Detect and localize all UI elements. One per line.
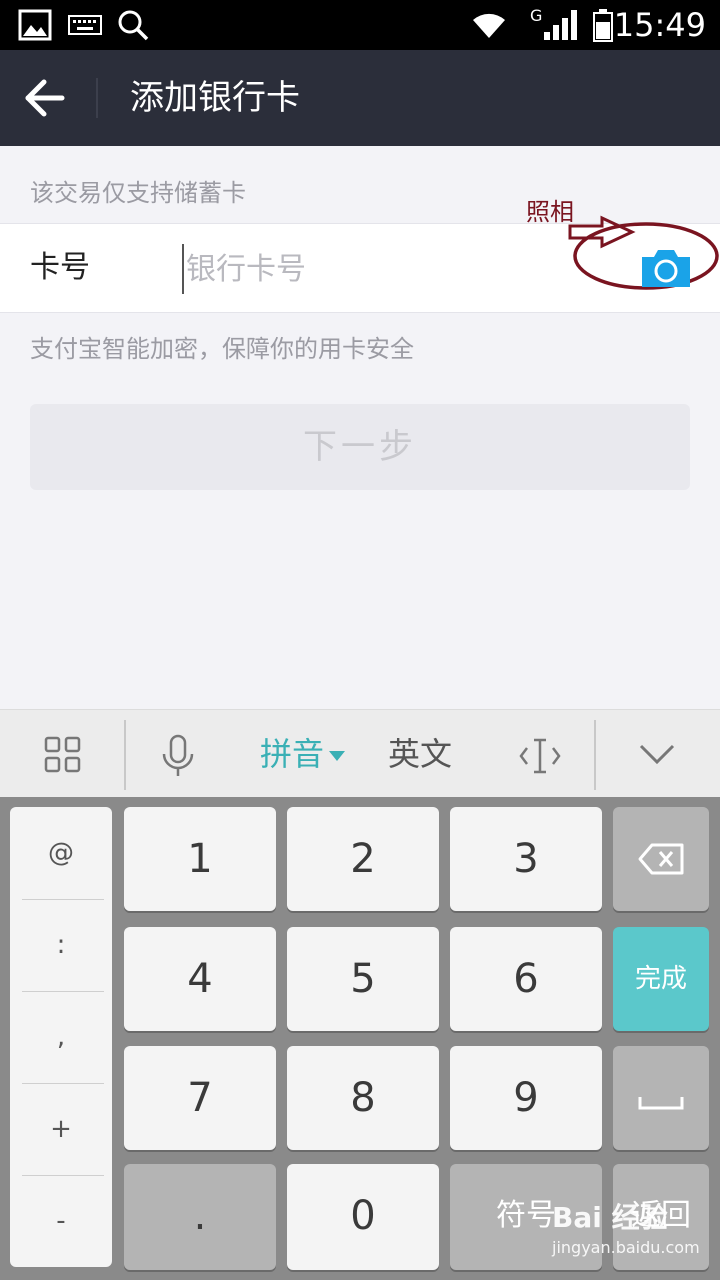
network-type: G [530, 6, 543, 25]
keyboard-icon [68, 15, 102, 35]
key-2[interactable]: 2 [287, 807, 439, 911]
symbol-column: @ : , + - [10, 807, 112, 1267]
key-7[interactable]: 7 [124, 1046, 276, 1150]
key-9[interactable]: 9 [450, 1046, 602, 1150]
grid-icon[interactable] [44, 736, 82, 774]
dropdown-triangle-icon [329, 751, 345, 761]
page-title: 添加银行卡 [130, 78, 300, 118]
key-minus[interactable]: - [10, 1175, 112, 1267]
key-5[interactable]: 5 [287, 927, 439, 1031]
toolbar-divider [594, 720, 596, 790]
debit-card-notice: 该交易仅支持储蓄卡 [30, 179, 246, 207]
key-0[interactable]: 0 [287, 1164, 439, 1270]
toolbar-divider [124, 720, 126, 790]
back-arrow-icon[interactable] [22, 74, 74, 122]
key-3[interactable]: 3 [450, 807, 602, 911]
image-icon [18, 9, 52, 41]
backspace-key[interactable] [613, 807, 709, 911]
space-key[interactable] [613, 1046, 709, 1150]
key-colon[interactable]: : [10, 899, 112, 991]
key-4[interactable]: 4 [124, 927, 276, 1031]
key-1[interactable]: 1 [124, 807, 276, 911]
security-text: 支付宝智能加密，保障你的用卡安全 [30, 335, 414, 363]
done-key[interactable]: 完成 [613, 927, 709, 1031]
cursor-icon[interactable] [518, 736, 562, 776]
english-mode-button[interactable]: 英文 [388, 732, 452, 776]
key-dot[interactable]: . [124, 1164, 276, 1270]
title-bar: 添加银行卡 [0, 50, 720, 146]
wifi-icon [473, 13, 505, 39]
search-icon [118, 10, 149, 41]
battery-icon [593, 9, 613, 42]
key-comma[interactable]: , [10, 991, 112, 1083]
backspace-icon [638, 843, 684, 875]
card-number-label: 卡号 [30, 250, 90, 285]
microphone-icon[interactable] [158, 732, 198, 780]
key-8[interactable]: 8 [287, 1046, 439, 1150]
key-6[interactable]: 6 [450, 927, 602, 1031]
keyboard-toolbar: 拼音 英文 [0, 709, 720, 798]
watermark-logo: Bai 经验 [552, 1201, 668, 1234]
title-divider [96, 78, 98, 118]
next-step-button[interactable]: 下一步 [30, 404, 690, 490]
clock: 15:49 [613, 6, 706, 44]
watermark-url: jingyan.baidu.com [552, 1238, 700, 1257]
camera-icon[interactable] [640, 247, 692, 289]
card-number-input[interactable] [182, 244, 568, 294]
collapse-icon[interactable] [638, 742, 676, 766]
space-icon [638, 1097, 684, 1110]
key-plus[interactable]: + [10, 1083, 112, 1175]
signal-icon [544, 10, 577, 40]
status-bar: G 15:49 [0, 0, 720, 50]
key-at[interactable]: @ [10, 807, 112, 899]
pinyin-mode-button[interactable]: 拼音 [260, 732, 324, 776]
